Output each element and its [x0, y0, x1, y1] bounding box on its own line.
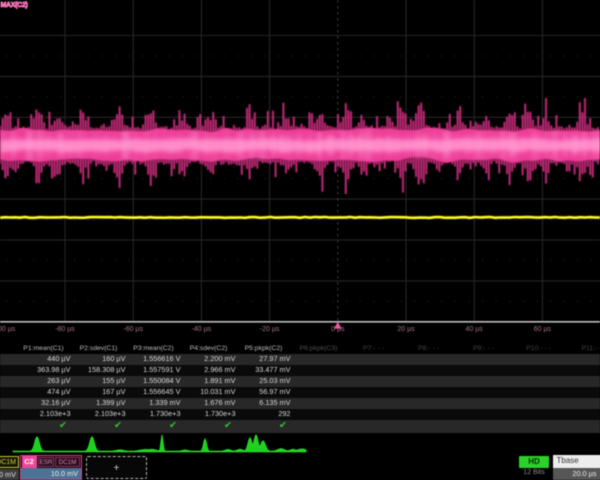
svg-text:MAX(C2): MAX(C2)	[1, 2, 28, 9]
